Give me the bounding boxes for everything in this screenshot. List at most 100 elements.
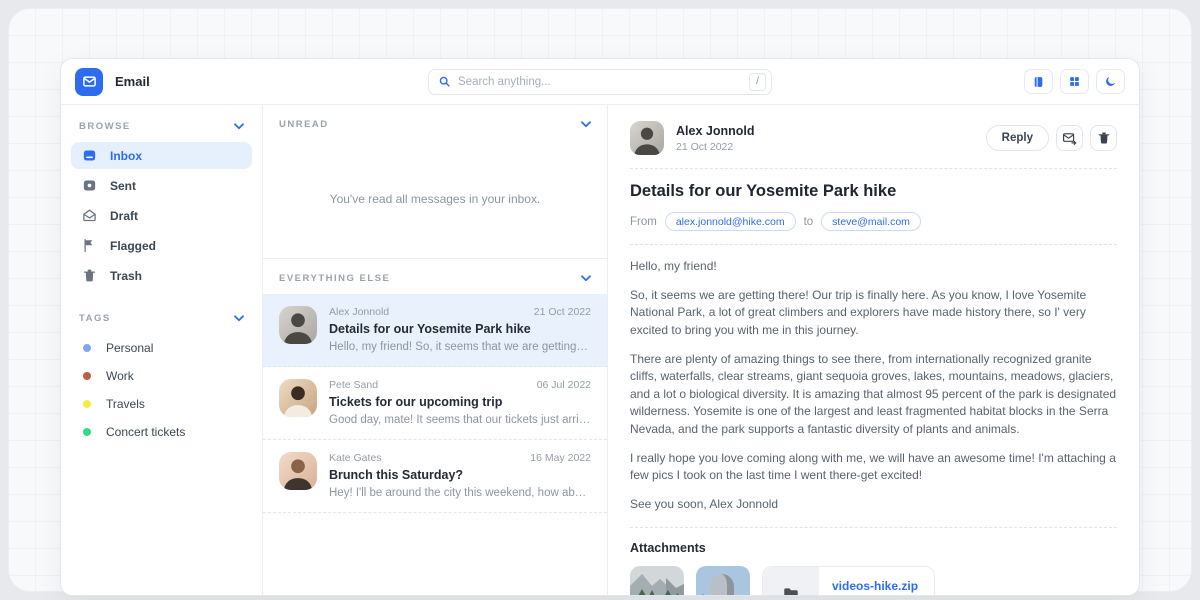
attachment-file-name[interactable]: videos-hike.zip [832,579,918,593]
message-subject: Details for our Yosemite Park hike [329,322,591,336]
draft-envelope-icon [82,208,97,223]
message-date: 21 Oct 2022 [534,306,591,318]
tag-label: Travels [106,397,145,411]
chevron-down-icon[interactable] [581,121,591,128]
delete-email-button[interactable] [1090,125,1117,151]
tag-color-dot [83,372,91,380]
chevron-down-icon[interactable] [234,123,244,130]
message-sender: Kate Gates [329,452,382,464]
tag-color-dot [83,428,91,436]
search-icon [438,75,451,88]
divider [630,527,1117,528]
from-label: From [630,216,657,228]
message-subject: Brunch this Saturday? [329,468,591,482]
attachments-row: videos-hike.zip 100 MB [630,566,1117,596]
flag-icon [82,238,97,253]
email-detail-pane: Alex Jonnold 21 Oct 2022 Reply [608,105,1139,595]
tag-label: Work [106,369,134,383]
dark-mode-button[interactable] [1096,69,1125,94]
message-date: 06 Jul 2022 [537,379,591,391]
everything-else-section-header: EVERYTHING ELSE [263,259,607,294]
attachment-photo-half-dome[interactable] [696,566,750,596]
book-icon [1032,75,1045,89]
message-list-item[interactable]: Kate Gates 16 May 2022 Brunch this Satur… [263,440,607,513]
app-header: Email / [61,59,1139,105]
chevron-down-icon[interactable] [234,315,244,322]
detail-actions: Reply [986,125,1117,151]
message-list: UNREAD You've read all messages in your … [263,105,608,595]
detail-sender-name: Alex Jonnold [676,124,754,138]
email-app-window: Email / [60,58,1140,596]
tag-item-travels[interactable]: Travels [71,390,252,418]
sidebar-item-label: Trash [110,269,142,283]
unread-label: UNREAD [279,119,329,130]
app-title: Email [115,74,150,89]
sidebar-item-trash[interactable]: Trash [71,262,252,289]
tag-color-dot [83,344,91,352]
tags-section-header: TAGS [71,309,252,334]
sidebar-item-label: Inbox [110,149,142,163]
sidebar-item-sent[interactable]: Sent [71,172,252,199]
tag-item-concert-tickets[interactable]: Concert tickets [71,418,252,446]
tag-label: Concert tickets [106,425,185,439]
unread-section-header: UNREAD [263,105,607,140]
message-preview: Hey! I'll be around the city this weeken… [329,487,591,499]
main-layout: BROWSE Inbox Sent [61,105,1139,595]
app-logo [75,68,103,96]
forward-email-button[interactable] [1056,125,1083,151]
browse-label: BROWSE [79,121,131,132]
from-email-chip[interactable]: alex.jonnold@hike.com [665,212,796,231]
envelope-forward-icon [1062,131,1077,146]
moon-icon [1104,75,1117,88]
everything-else-label: EVERYTHING ELSE [279,273,390,284]
message-list-item[interactable]: Alex Jonnold 21 Oct 2022 Details for our… [263,294,607,367]
apps-grid-button[interactable] [1060,69,1089,94]
notes-panel-button[interactable] [1024,69,1053,94]
email-paragraph: So, it seems we are getting there! Our t… [630,287,1117,340]
attachments-title: Attachments [630,541,1117,555]
message-date: 16 May 2022 [530,452,591,464]
email-paragraph: Hello, my friend! [630,258,1117,276]
divider [630,168,1117,169]
sidebar: BROWSE Inbox Sent [61,105,263,595]
search-bar: / [428,69,772,95]
inbox-icon [82,148,97,163]
to-email-chip[interactable]: steve@mail.com [821,212,921,231]
divider [630,244,1117,245]
message-sender: Alex Jonnold [329,306,389,318]
tag-label: Personal [106,341,153,355]
sidebar-item-inbox[interactable]: Inbox [71,142,252,169]
tag-item-personal[interactable]: Personal [71,334,252,362]
email-paragraph: I really hope you love coming along with… [630,450,1117,485]
to-label: to [804,216,814,228]
sidebar-item-flagged[interactable]: Flagged [71,232,252,259]
inbox-empty-message: You've read all messages in your inbox. [263,140,607,258]
sidebar-item-label: Draft [110,209,138,223]
envelope-icon [82,74,97,89]
email-subject: Details for our Yosemite Park hike [630,182,1117,201]
sidebar-item-label: Sent [110,179,136,193]
tag-item-work[interactable]: Work [71,362,252,390]
trash-icon [82,268,97,283]
email-signoff: See you soon, Alex Jonnold [630,496,1117,514]
avatar [279,306,317,344]
message-subject: Tickets for our upcoming trip [329,395,591,409]
from-to-row: From alex.jonnold@hike.com to steve@mail… [630,212,1117,231]
tags-label: TAGS [79,313,111,324]
header-actions [1024,69,1125,94]
message-preview: Hello, my friend! So, it seems that we a… [329,341,591,353]
sidebar-item-label: Flagged [110,239,156,253]
email-body: Hello, my friend! So, it seems we are ge… [630,258,1117,514]
sidebar-item-draft[interactable]: Draft [71,202,252,229]
message-list-item[interactable]: Pete Sand 06 Jul 2022 Tickets for our up… [263,367,607,440]
chevron-down-icon[interactable] [581,275,591,282]
attachment-photo-valley[interactable] [630,566,684,596]
browse-section-header: BROWSE [71,117,252,142]
message-sender: Pete Sand [329,379,378,391]
reply-button[interactable]: Reply [986,125,1049,151]
search-shortcut-badge: / [749,73,766,91]
grid-icon [1068,75,1081,88]
search-input[interactable] [458,76,749,88]
attachment-file-card[interactable]: videos-hike.zip 100 MB [762,566,935,596]
unread-section: UNREAD You've read all messages in your … [263,105,607,259]
